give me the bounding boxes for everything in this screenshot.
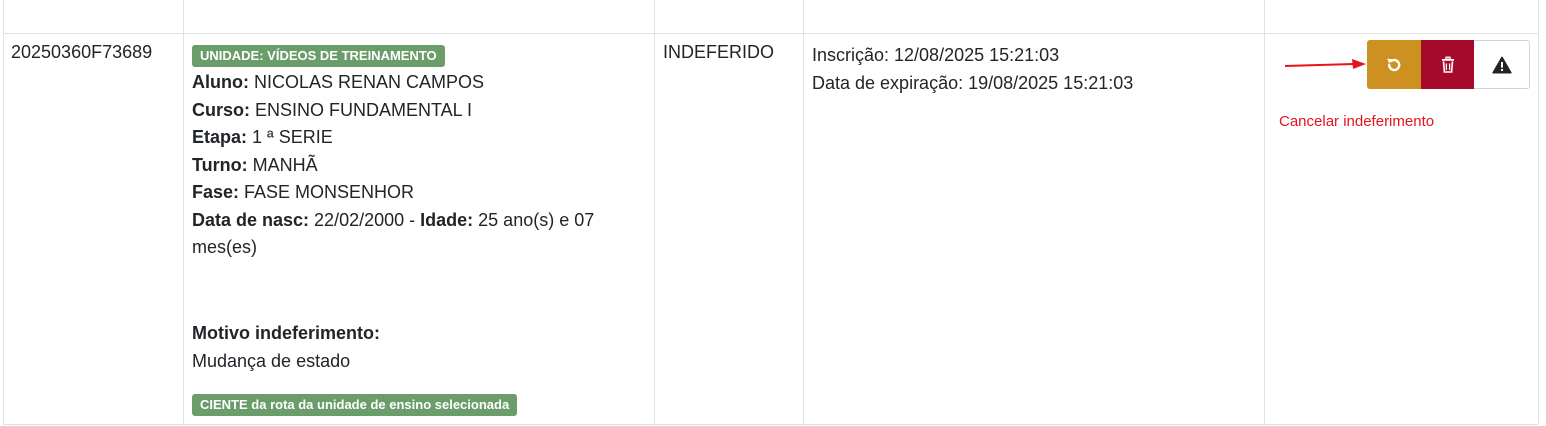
status-text: INDEFERIDO [663,42,775,62]
idade-label: Idade: [420,209,474,230]
curso-value: ENSINO FUNDAMENTAL I [250,99,473,120]
nasc-line: Data de nasc: 22/02/2000 - Idade: 25 ano… [192,207,647,262]
unit-badge: UNIDADE: VÍDEOS DE TREINAMENTO [192,45,445,67]
etapa-line: Etapa: 1 ª SERIE [192,124,647,152]
turno-label: Turno: [192,154,248,175]
cancel-rejection-button[interactable] [1367,40,1421,89]
student-info: UNIDADE: VÍDEOS DE TREINAMENTO Aluno: NI… [192,45,647,262]
ciente-block: CIENTE da rota da unidade de ensino sele… [192,394,518,416]
row-divider [3,33,1538,34]
dates-block: Inscrição: 12/08/2025 15:21:03 Data de e… [812,42,1133,97]
row-action-buttons [1367,40,1530,89]
aluno-value: NICOLAS RENAN CAMPOS [248,72,485,92]
cancel-rejection-annotation: Cancelar indeferimento [1279,113,1435,130]
table-border-right [1538,0,1539,424]
delete-button[interactable] [1421,40,1474,89]
warning-button[interactable] [1474,40,1530,89]
turno-line: Turno: MANHÃ [192,152,647,180]
column-divider [654,0,655,424]
registration-code: 20250360F73689 [11,42,153,62]
trash-icon [1441,56,1454,73]
aluno-label: Aluno: [192,72,249,92]
motivo-label: Motivo indeferimento: [192,323,380,343]
ciente-badge: CIENTE da rota da unidade de ensino sele… [192,394,518,416]
warning-icon [1491,56,1512,73]
nasc-value: 22/02/2000 - [309,209,421,230]
column-divider [1264,0,1265,424]
inscricao-date: Inscrição: 12/08/2025 15:21:03 [812,45,1060,65]
row-divider [3,424,1538,425]
column-divider [803,0,804,424]
fase-value: FASE MONSENHOR [239,182,415,202]
motivo-block: Motivo indeferimento: Mudança de estado [192,319,380,375]
etapa-label: Etapa: [192,127,248,147]
nasc-label: Data de nasc: [192,209,310,230]
table-border-left [3,0,4,424]
fase-label: Fase: [192,182,240,202]
curso-label: Curso: [192,99,250,120]
aluno-line: Aluno: NICOLAS RENAN CAMPOS [192,69,647,97]
etapa-value: 1 ª SERIE [247,127,333,147]
red-arrow-annotation [1284,59,1366,69]
undo-icon [1387,58,1401,71]
curso-line: Curso: ENSINO FUNDAMENTAL I [192,97,647,125]
turno-value: MANHÃ [247,154,318,175]
fase-line: Fase: FASE MONSENHOR [192,179,647,207]
expiracao-date: Data de expiração: 19/08/2025 15:21:03 [812,72,1134,93]
motivo-value: Mudança de estado [192,351,351,371]
column-divider [183,0,184,424]
